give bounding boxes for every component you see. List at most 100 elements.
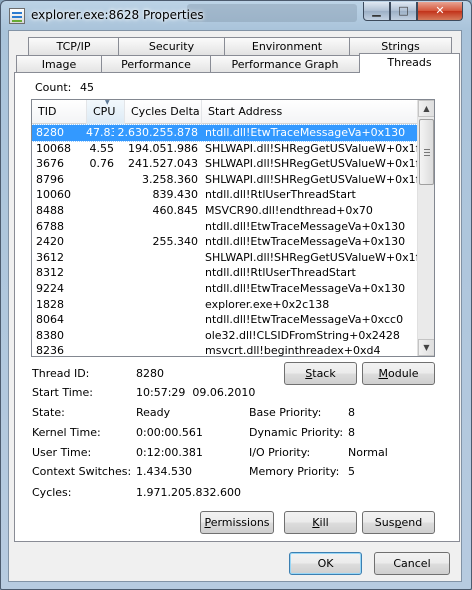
row-tid: 8064	[36, 313, 64, 327]
start-time-value: 10:57:29 09.06.2010	[136, 386, 256, 399]
thread-row[interactable]: 3612 SHLWAPI.dll!SHRegGetUSValueW+0x1f0	[32, 250, 417, 266]
column-header-start-address-label: Start Address	[208, 105, 283, 118]
permissions-button-label-end: ermissions	[210, 516, 270, 529]
thread-row[interactable]: 10060 839.430 ntdll.dll!RtlUserThreadStart	[32, 187, 417, 203]
thread-row[interactable]: 6788 ntdll.dll!EtwTraceMessageVa+0x130	[32, 219, 417, 235]
scroll-up-icon: ▲	[423, 104, 430, 113]
row-cycles-delta: 255.340	[152, 235, 199, 249]
tab-tcpip[interactable]: TCP/IP	[28, 37, 119, 56]
row-tid: 10068	[36, 141, 71, 155]
row-cycles-delta: 241.527.043	[128, 157, 198, 171]
threads-list[interactable]: TID ▼ CPU Cycles Delta Start Address 828…	[31, 99, 435, 357]
row-start-address: explorer.exe+0x2c138	[205, 297, 330, 311]
column-header-cycles-delta-label: Cycles Delta	[131, 105, 200, 118]
memory-priority-value: 5	[348, 465, 355, 478]
user-time-value: 0:12:00.381	[136, 446, 203, 459]
thread-row[interactable]: 8236 msvcrt.dll!beginthreadex+0xd4	[32, 343, 417, 356]
thread-row[interactable]: 10068 4.55 194.051.986 SHLWAPI.dll!SHRegGet…	[32, 141, 417, 157]
row-cpu: 4.55	[89, 141, 115, 155]
row-tid: 8488	[36, 203, 64, 217]
window-title: explorer.exe:8628 Properties	[31, 8, 204, 22]
context-switches-value: 1.434.530	[136, 465, 192, 478]
thread-row[interactable]: 2420 255.340 ntdll.dll!EtwTraceMessageVa+0…	[32, 234, 417, 250]
row-start-address: ntdll.dll!RtlUserThreadStart	[205, 266, 356, 280]
io-priority-label: I/O Priority:	[249, 446, 311, 459]
scroll-down-button[interactable]: ▼	[418, 339, 434, 356]
cycles-value: 1.971.205.832.600	[136, 486, 241, 499]
row-start-address: ole32.dll!CLSIDFromString+0x2428	[205, 328, 400, 342]
kill-button-label-end: ill	[319, 516, 329, 529]
column-header-cycles-delta[interactable]: Cycles Delta	[125, 100, 202, 124]
row-start-address: ntdll.dll!EtwTraceMessageVa+0x130	[205, 219, 406, 233]
close-icon: ✕	[435, 4, 445, 17]
minimize-icon: ▁	[372, 4, 381, 17]
row-tid: 8796	[36, 172, 64, 186]
title-bar-glass-reflection	[187, 4, 357, 22]
suspend-button-label-end: end	[401, 516, 423, 529]
threads-list-rows: 8280 47.832.630.255.878 ntdll.dll!EtwTrace…	[32, 124, 418, 356]
kill-button[interactable]: Kill	[284, 511, 357, 534]
suspend-button[interactable]: Suspend	[362, 511, 435, 534]
thread-id-label: Thread ID:	[32, 367, 90, 380]
tab-threads[interactable]: Threads	[359, 53, 460, 73]
context-switches-label: Context Switches:	[32, 465, 132, 478]
scroll-grip-icon	[424, 149, 430, 156]
row-start-address: ntdll.dll!RtlUserThreadStart	[205, 188, 356, 202]
row-tid: 9224	[36, 281, 64, 295]
cancel-button[interactable]: Cancel	[374, 552, 450, 575]
module-button[interactable]: Module	[362, 362, 435, 385]
thread-row[interactable]: 8796 3.258.360 SHLWAPI.dll!SHRegGetUSValue…	[32, 172, 417, 188]
title-bar[interactable]: explorer.exe:8628 Properties ▁ □ ✕	[1, 1, 471, 31]
row-cpu: 47.83	[86, 126, 114, 139]
process-explorer-app-icon	[9, 8, 25, 24]
column-header-start-address[interactable]: Start Address	[202, 100, 417, 124]
row-tid: 3676	[36, 157, 64, 171]
dynamic-priority-label: Dynamic Priority:	[249, 426, 344, 439]
scroll-down-icon: ▼	[423, 343, 430, 352]
row-tid: 8280	[36, 126, 64, 139]
row-start-address: SHLWAPI.dll!SHRegGetUSValueW+0x1f0	[205, 250, 417, 264]
maximize-button[interactable]: □	[390, 2, 417, 21]
maximize-icon: □	[398, 4, 409, 17]
row-cycles-delta: 460.845	[152, 203, 199, 217]
scroll-up-button[interactable]: ▲	[418, 100, 434, 117]
ok-button[interactable]: OK	[289, 552, 362, 575]
thread-row[interactable]: 8488 460.845 MSVCR90.dll!endthread+0x70	[32, 203, 417, 219]
thread-row[interactable]: 3676 0.76 241.527.043 SHLWAPI.dll!SHRegGetU…	[32, 156, 417, 172]
thread-row[interactable]: 8064 ntdll.dll!EtwTraceMessageVa+0xcc0	[32, 312, 417, 328]
row-start-address: MSVCR90.dll!endthread+0x70	[205, 203, 373, 217]
minimize-button[interactable]: ▁	[363, 2, 390, 21]
tab-security[interactable]: Security	[118, 37, 225, 56]
thread-row[interactable]: 8380 ole32.dll!CLSIDFromString+0x2428	[32, 328, 417, 344]
base-priority-label: Base Priority:	[249, 406, 322, 419]
scroll-thumb[interactable]	[419, 119, 434, 185]
row-tid: 8380	[36, 328, 64, 342]
stack-button[interactable]: Stack	[284, 362, 357, 385]
column-header-tid-label: TID	[38, 105, 57, 118]
threads-list-scrollbar[interactable]: ▲ ▼	[417, 100, 434, 356]
thread-count-label: Count:	[35, 81, 72, 94]
column-header-cpu[interactable]: ▼ CPU	[87, 100, 125, 124]
kill-button-mnemonic: K	[312, 516, 320, 529]
row-tid: 3612	[36, 250, 64, 264]
permissions-button[interactable]: Permissions	[200, 511, 274, 534]
row-start-address: ntdll.dll!EtwTraceMessageVa+0x130	[205, 235, 406, 249]
thread-row[interactable]: 8312 ntdll.dll!RtlUserThreadStart	[32, 265, 417, 281]
state-value: Ready	[136, 406, 171, 419]
user-time-label: User Time:	[32, 446, 92, 459]
row-cpu: 0.76	[89, 157, 115, 171]
row-tid: 1828	[36, 297, 64, 311]
suspend-button-label-start: Sus	[374, 516, 395, 529]
row-cycles-delta: 2.630.255.878	[117, 126, 198, 139]
thread-row[interactable]: 9224 ntdll.dll!EtwTraceMessageVa+0x130	[32, 281, 417, 297]
module-button-label-end: odule	[387, 367, 419, 380]
cycles-label: Cycles:	[32, 486, 72, 499]
thread-row[interactable]: 1828 explorer.exe+0x2c138	[32, 297, 417, 313]
tab-environment[interactable]: Environment	[224, 37, 350, 56]
io-priority-value: Normal	[348, 446, 388, 459]
close-button[interactable]: ✕	[417, 2, 463, 21]
column-header-tid[interactable]: TID	[32, 100, 87, 124]
kernel-time-value: 0:00:00.561	[136, 426, 203, 439]
base-priority-value: 8	[348, 406, 355, 419]
thread-row[interactable]: 8280 47.832.630.255.878 ntdll.dll!EtwTrace…	[32, 124, 418, 142]
